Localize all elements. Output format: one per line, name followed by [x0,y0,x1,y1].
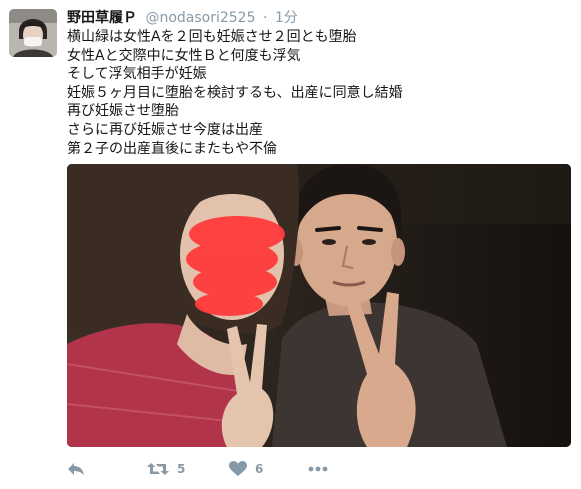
tweet-text-line: 再び妊娠させ堕胎 [67,103,179,120]
tweet-text-line: そして浮気相手が妊娠 [67,66,207,83]
tweet-text-line: さらに再び妊娠させ今度は出産 [67,121,263,138]
tweet-header: 野田草履Ｐ @nodasori2525 · 1分 [67,8,298,28]
heart-icon [229,461,247,476]
avatar[interactable] [9,9,57,57]
tweet-text-line: 第２子の出産直後にまたもや不倫 [67,140,277,157]
separator-dot: · [262,10,268,26]
tweet: 野田草履Ｐ @nodasori2525 · 1分 横山緑は女性Aを２回も妊娠させ… [0,0,581,489]
more-icon [308,466,328,472]
retweet-icon [147,463,169,475]
timestamp[interactable]: 1分 [275,10,298,26]
retweet-button[interactable]: 5 [147,458,185,480]
like-count: 6 [255,462,264,476]
tweet-text-line: 横山緑は女性Aを２回も妊娠させ２回とも堕胎 [67,29,357,45]
tweet-text-line: 女性Aと交際中に女性Ｂと何度も浮気 [67,47,301,64]
display-name[interactable]: 野田草履Ｐ [67,10,137,26]
screen-name[interactable]: @nodasori2525 [145,10,255,26]
retweet-count: 5 [177,462,186,476]
tweet-text-line: 妊娠５ヶ月目に堕胎を検討するも、出産に同意し結婚 [67,84,403,101]
like-button[interactable]: 6 [229,458,263,480]
tweet-text: 横山緑は女性Aを２回も妊娠させ２回とも堕胎 女性Aと交際中に女性Ｂと何度も浮気 … [67,28,567,158]
reply-button[interactable] [67,458,85,480]
more-button[interactable] [308,458,328,480]
avatar-photo [9,9,57,57]
reply-icon [68,463,84,475]
tweet-photo[interactable] [67,164,571,447]
photo-image [67,164,571,447]
